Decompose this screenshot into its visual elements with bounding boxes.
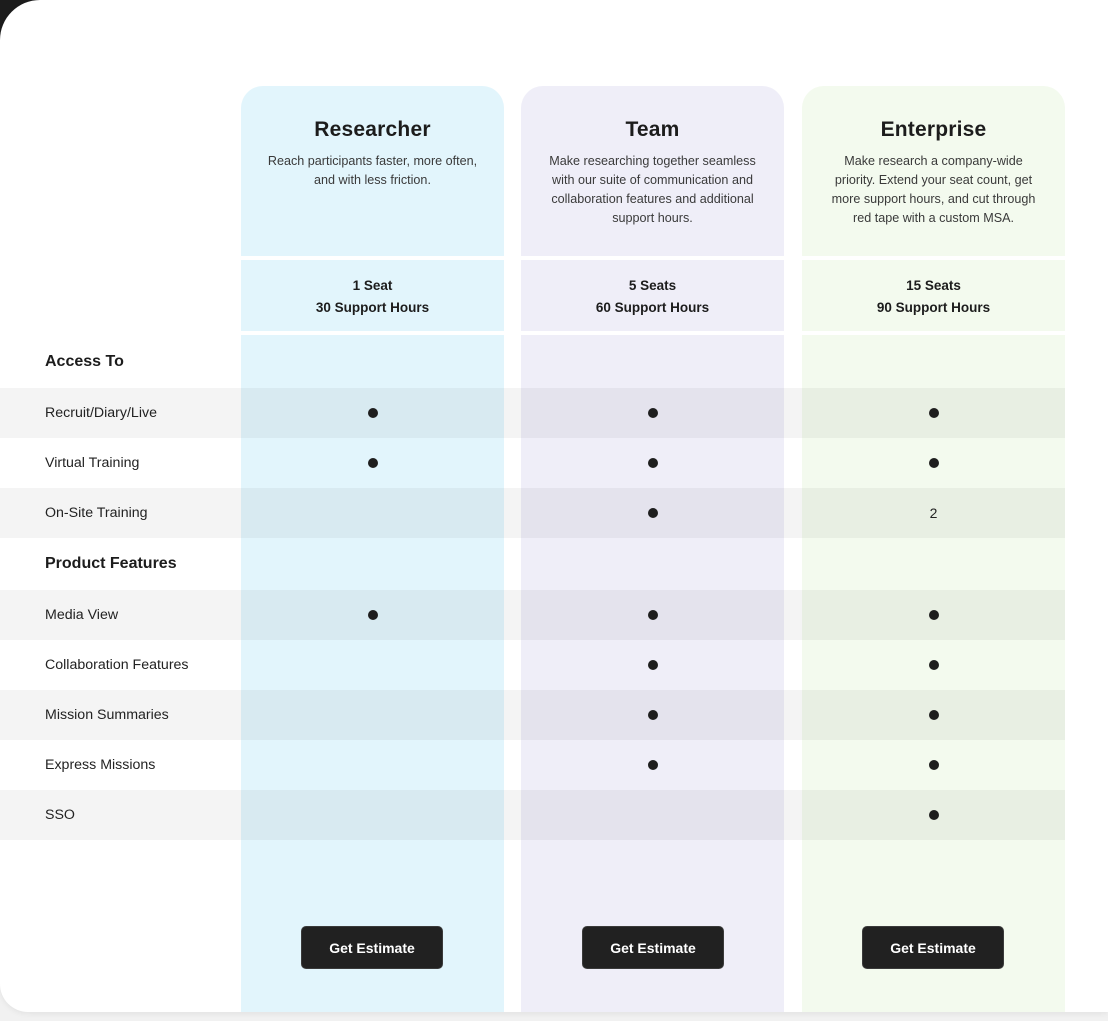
feature-cell — [241, 790, 504, 840]
feature-cell — [241, 640, 504, 690]
plan-allowance-researcher: 1 Seat 30 Support Hours — [241, 261, 504, 331]
included-dot-icon — [928, 458, 939, 468]
plan-description: Reach participants faster, more often, a… — [267, 154, 478, 187]
included-dot-icon — [647, 610, 658, 620]
included-dot-icon — [367, 408, 378, 418]
feature-cell — [802, 590, 1065, 640]
included-dot-icon — [928, 610, 939, 620]
included-dot-icon — [928, 710, 939, 720]
feature-label: Virtual Training — [45, 455, 140, 471]
seat-count: 1 Seat — [352, 278, 393, 293]
feature-cell: 2 — [802, 488, 1065, 538]
plan-allowance-enterprise: 15 Seats 90 Support Hours — [802, 261, 1065, 331]
feature-label: Media View — [45, 607, 119, 623]
included-dot-icon — [928, 660, 939, 670]
included-dot-icon — [928, 760, 939, 770]
feature-cell — [241, 690, 504, 740]
feature-cell — [521, 388, 784, 438]
included-dot-icon — [647, 408, 658, 418]
plan-header-enterprise: Enterprise Make research a company-wide … — [802, 86, 1065, 256]
plan-title: Enterprise — [880, 118, 987, 141]
feature-cell — [241, 488, 504, 538]
feature-cell — [802, 690, 1065, 740]
get-estimate-button-researcher[interactable]: Get Estimate — [301, 926, 443, 969]
feature-cell — [521, 438, 784, 488]
feature-cell — [802, 790, 1065, 840]
section-title-access-to: Access To — [45, 353, 124, 370]
feature-row: Virtual Training — [0, 438, 1108, 488]
section-title-product-features: Product Features — [45, 555, 177, 572]
feature-cell — [241, 590, 504, 640]
feature-cell — [802, 640, 1065, 690]
plan-header-team: Team Make researching together seamless … — [521, 86, 784, 256]
divider — [802, 331, 1065, 335]
feature-label: Express Missions — [45, 757, 156, 773]
feature-value: 2 — [929, 505, 938, 521]
plan-description: Make researching together seamless with … — [549, 154, 756, 225]
support-hours: 60 Support Hours — [595, 299, 710, 315]
included-dot-icon — [928, 408, 939, 418]
feature-row: Express Missions — [0, 740, 1108, 790]
included-dot-icon — [647, 660, 658, 670]
feature-row: On-Site Training 2 — [0, 488, 1108, 538]
feature-row: Collaboration Features — [0, 640, 1108, 690]
included-dot-icon — [647, 710, 658, 720]
included-dot-icon — [647, 760, 658, 770]
included-dot-icon — [367, 458, 378, 468]
divider — [241, 331, 504, 335]
included-dot-icon — [647, 458, 658, 468]
feature-cell — [521, 590, 784, 640]
pricing-comparison-card: Researcher Reach participants faster, mo… — [0, 0, 1108, 1012]
get-estimate-button-team[interactable]: Get Estimate — [582, 926, 724, 969]
divider — [802, 256, 1065, 260]
included-dot-icon — [647, 508, 658, 518]
divider — [521, 331, 784, 335]
divider — [521, 256, 784, 260]
feature-cell — [802, 438, 1065, 488]
feature-cell — [521, 790, 784, 840]
feature-row: Recruit/Diary/Live — [0, 388, 1108, 438]
support-hours: 30 Support Hours — [315, 299, 430, 315]
included-dot-icon — [928, 810, 939, 820]
feature-label: On-Site Training — [45, 505, 148, 521]
feature-cell — [241, 438, 504, 488]
seat-count: 15 Seats — [906, 278, 961, 293]
plan-description: Make research a company-wide priority. E… — [831, 154, 1036, 225]
feature-row: Mission Summaries — [0, 690, 1108, 740]
feature-label: SSO — [45, 807, 75, 823]
plan-allowance-team: 5 Seats 60 Support Hours — [521, 261, 784, 331]
feature-cell — [521, 690, 784, 740]
feature-cell — [802, 388, 1065, 438]
feature-cell — [521, 640, 784, 690]
plan-header-researcher: Researcher Reach participants faster, mo… — [241, 86, 504, 256]
support-hours: 90 Support Hours — [876, 299, 991, 315]
feature-label: Recruit/Diary/Live — [45, 405, 157, 421]
feature-cell — [241, 388, 504, 438]
divider — [241, 256, 504, 260]
feature-row: Media View — [0, 590, 1108, 640]
get-estimate-button-enterprise[interactable]: Get Estimate — [862, 926, 1004, 969]
feature-label: Collaboration Features — [45, 657, 189, 673]
plan-title: Team — [625, 118, 680, 141]
feature-cell — [241, 740, 504, 790]
feature-cell — [521, 488, 784, 538]
feature-cell — [521, 740, 784, 790]
seat-count: 5 Seats — [628, 278, 677, 293]
included-dot-icon — [367, 610, 378, 620]
feature-cell — [802, 740, 1065, 790]
feature-label: Mission Summaries — [45, 707, 169, 723]
plan-title: Researcher — [314, 118, 431, 141]
feature-row: SSO — [0, 790, 1108, 840]
